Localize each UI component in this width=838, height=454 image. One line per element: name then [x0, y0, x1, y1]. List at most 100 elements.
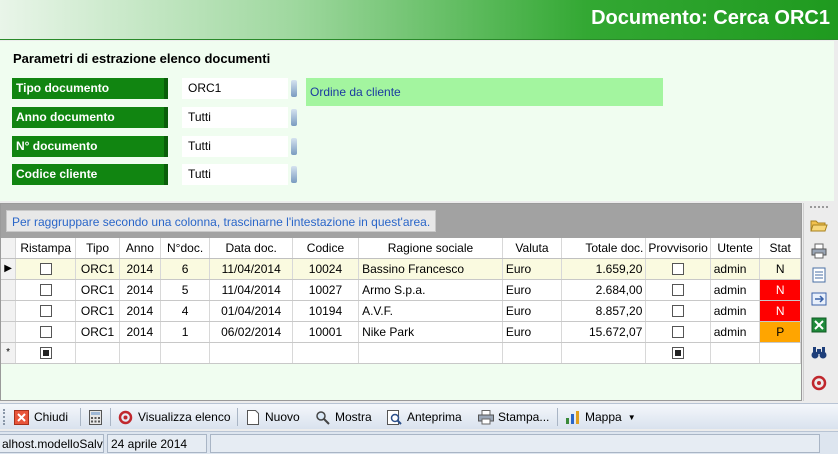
row-header[interactable] — [1, 279, 17, 301]
documents-grid: Per raggruppare secondo una colonna, tra… — [0, 203, 802, 401]
provvisorio-checkbox[interactable] — [672, 284, 685, 297]
window-header: Documento: Cerca ORC1 — [0, 0, 838, 40]
group-by-hint: Per raggruppare secondo una colonna, tra… — [6, 210, 437, 232]
right-toolbar — [803, 203, 834, 401]
column-header-ragione-sociale[interactable]: Ragione sociale — [358, 238, 503, 259]
column-header-utente[interactable]: Utente — [710, 238, 761, 259]
column-header-tipo[interactable]: Tipo — [75, 238, 120, 259]
close-button[interactable]: Chiudi — [14, 407, 68, 427]
cell-totale: 8.857,20 — [561, 300, 647, 322]
column-header-ristampa[interactable]: Ristampa — [15, 238, 77, 259]
new-document-icon — [245, 409, 260, 425]
excel-icon[interactable] — [809, 315, 829, 335]
cell-ndoc: 1 — [160, 321, 211, 343]
nuovo-button[interactable]: Nuovo — [245, 407, 300, 427]
cell-utente: admin — [710, 300, 761, 322]
ristampa-checkbox[interactable] — [39, 284, 52, 297]
cell-utente: admin — [710, 279, 761, 301]
cell-anno: 2014 — [119, 258, 161, 280]
column-header-valuta[interactable]: Valuta — [502, 238, 563, 259]
param-lookup-button-cliente[interactable] — [291, 166, 297, 183]
param-input-anno[interactable]: Tutti — [182, 107, 288, 128]
stampa-button[interactable]: Stampa... — [478, 407, 549, 427]
param-input-tipo[interactable]: ORC1 — [182, 78, 288, 99]
cell-anno: 2014 — [119, 321, 161, 343]
column-header-codice[interactable]: Codice — [292, 238, 360, 259]
column-header-ndoc[interactable]: N°doc. — [160, 238, 211, 259]
refresh-icon[interactable] — [809, 373, 829, 393]
visualizza-elenco-button[interactable]: Visualizza elenco — [118, 407, 231, 427]
column-header-stat[interactable]: Stat — [759, 238, 801, 259]
cell-ndoc: 6 — [160, 258, 211, 280]
mappa-label: Mappa — [585, 410, 622, 424]
param-label-anno: Anno documento — [12, 107, 168, 128]
ristampa-checkbox-new[interactable] — [39, 347, 52, 360]
cell-totale: 15.672,07 — [561, 321, 647, 343]
column-header-data[interactable]: Data doc. — [209, 238, 293, 259]
tipo-description: Ordine da cliente — [306, 78, 663, 106]
cell-ragione-sociale: Bassino Francesco — [358, 258, 503, 280]
table-row[interactable]: ORC1 2014 5 11/04/2014 10027 Armo S.p.a.… — [1, 279, 801, 301]
provvisorio-checkbox[interactable] — [672, 305, 685, 318]
ristampa-checkbox[interactable] — [39, 263, 52, 276]
param-lookup-button-numero[interactable] — [291, 138, 297, 155]
cell-data: 11/04/2014 — [209, 279, 293, 301]
column-header-anno[interactable]: Anno — [119, 238, 161, 259]
anteprima-button[interactable]: Anteprima — [387, 407, 462, 427]
status-extra — [210, 434, 820, 453]
row-header[interactable] — [1, 321, 17, 343]
anteprima-label: Anteprima — [407, 410, 462, 424]
cell-tipo: ORC1 — [75, 300, 120, 322]
cell-stat: N — [759, 258, 801, 280]
cell-valuta: Euro — [502, 321, 563, 343]
provvisorio-checkbox[interactable] — [672, 263, 685, 276]
cell-ragione-sociale: A.V.F. — [358, 300, 503, 322]
calculator-button[interactable] — [88, 407, 108, 427]
cell-valuta: Euro — [502, 258, 563, 280]
status-bar: alhost.modelloSalva 24 aprile 2014 — [0, 431, 838, 454]
open-folder-icon[interactable] — [809, 215, 829, 235]
cell-data: 11/04/2014 — [209, 258, 293, 280]
cell-tipo: ORC1 — [75, 279, 120, 301]
group-by-area[interactable]: Per raggruppare secondo una colonna, tra… — [1, 204, 801, 238]
export-icon[interactable] — [809, 289, 829, 309]
cell-codice: 10194 — [292, 300, 360, 322]
ristampa-checkbox[interactable] — [39, 305, 52, 318]
cell-utente: admin — [710, 321, 761, 343]
mostra-button[interactable]: Mostra — [315, 407, 372, 427]
column-header-totale[interactable]: Totale doc. — [561, 238, 647, 259]
ristampa-checkbox[interactable] — [39, 326, 52, 339]
toolbar-separator — [237, 408, 238, 426]
cell-ragione-sociale: Nike Park — [358, 321, 503, 343]
cell-totale: 2.684,00 — [561, 279, 647, 301]
mappa-dropdown[interactable]: Mappa ▼ — [565, 407, 636, 427]
visualizza-elenco-label: Visualizza elenco — [138, 410, 231, 424]
toolbar-grip[interactable] — [810, 206, 828, 210]
new-row[interactable]: * — [1, 342, 801, 364]
toolbar-grip[interactable] — [3, 409, 6, 425]
toolbar-separator — [80, 408, 81, 426]
print-icon — [478, 409, 494, 425]
table-row[interactable]: ORC1 2014 4 01/04/2014 10194 A.V.F. Euro… — [1, 300, 801, 322]
provvisorio-checkbox[interactable] — [672, 326, 685, 339]
print-icon[interactable] — [809, 241, 829, 261]
param-input-numero[interactable]: Tutti — [182, 136, 288, 157]
row-header[interactable] — [1, 300, 17, 322]
param-lookup-button-tipo[interactable] — [291, 80, 297, 97]
stampa-label: Stampa... — [498, 410, 550, 424]
cell-data: 01/04/2014 — [209, 300, 293, 322]
nuovo-label: Nuovo — [265, 410, 300, 424]
cell-data: 06/02/2014 — [209, 321, 293, 343]
table-row[interactable]: ORC1 2014 1 06/02/2014 10001 Nike Park E… — [1, 321, 801, 343]
table-header-row: Ristampa Tipo Anno N°doc. Data doc. Codi… — [1, 238, 801, 259]
documents-table: Ristampa Tipo Anno N°doc. Data doc. Codi… — [1, 238, 801, 364]
document-icon[interactable] — [809, 265, 829, 285]
table-row[interactable]: ▶ ORC1 2014 6 11/04/2014 10024 Bassino F… — [1, 258, 801, 280]
binoculars-icon[interactable] — [809, 343, 829, 363]
cell-valuta: Euro — [502, 279, 563, 301]
provvisorio-checkbox-new[interactable] — [672, 347, 685, 360]
cell-ndoc: 5 — [160, 279, 211, 301]
param-lookup-button-anno[interactable] — [291, 109, 297, 126]
param-input-cliente[interactable]: Tutti — [182, 164, 288, 185]
column-header-provvisorio[interactable]: Provvisorio — [645, 238, 711, 259]
